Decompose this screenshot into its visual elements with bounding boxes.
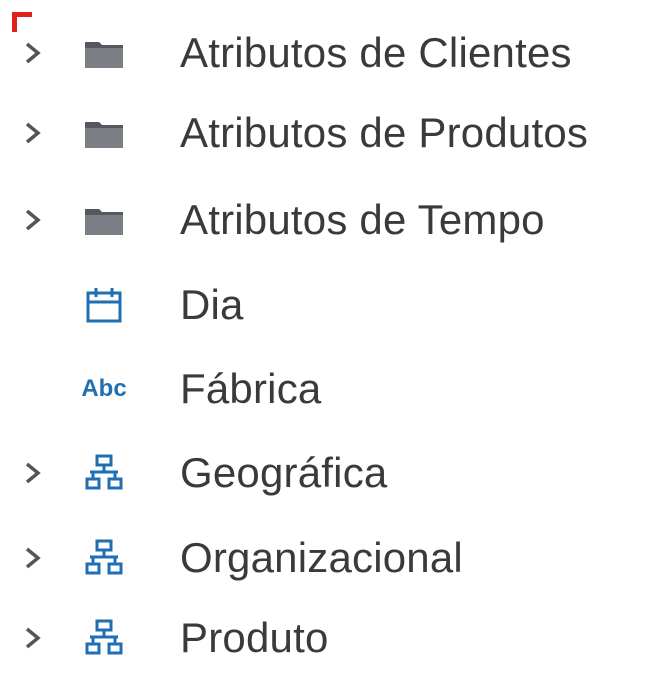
tree-item-dia[interactable]: Dia [0,262,667,348]
tree-item-fabrica[interactable]: Abc Fábrica [0,346,667,432]
tree-item-organizacional[interactable]: Organizacional [0,515,667,601]
chevron-right-icon[interactable] [22,117,44,149]
tree-item-atributos-de-produtos[interactable]: Atributos de Produtos [0,90,667,176]
icon-slot [76,451,132,495]
icon-slot: Abc [76,367,132,411]
tree-item-atributos-de-tempo[interactable]: Atributos de Tempo [0,177,667,263]
tree-item-label: Dia [180,281,244,328]
field-tree: Atributos de Clientes Atributos de Produ… [0,0,667,664]
tree-item-geografica[interactable]: Geográfica [0,430,667,516]
icon-slot [76,31,132,75]
icon-slot [76,111,132,155]
tree-item-label: Atributos de Produtos [180,109,589,156]
tree-item-label: Atributos de Tempo [180,196,545,243]
folder-icon [85,122,123,148]
tree-item-label: Organizacional [180,534,463,581]
icon-slot [76,616,132,660]
tree-item-label: Atributos de Clientes [180,29,572,76]
tree-item-label: Produto [180,614,329,661]
tree-item-atributos-de-clientes[interactable]: Atributos de Clientes [0,10,667,96]
folder-icon [85,42,123,68]
icon-slot [76,536,132,580]
icon-slot [76,198,132,242]
folder-icon [85,209,123,235]
text-abc-icon: Abc [81,375,127,402]
chevron-right-icon[interactable] [22,204,44,236]
hierarchy-icon [85,619,123,655]
chevron-right-icon[interactable] [22,457,44,489]
calendar-icon [86,288,122,323]
icon-slot [76,283,132,327]
tree-item-label: Fábrica [180,365,322,412]
tree-item-label: Geográfica [180,449,388,496]
chevron-right-icon[interactable] [22,622,44,654]
hierarchy-icon [85,539,123,575]
tree-item-produto[interactable]: Produto [0,595,667,681]
chevron-right-icon[interactable] [22,37,44,69]
hierarchy-icon [85,454,123,490]
chevron-right-icon[interactable] [22,542,44,574]
